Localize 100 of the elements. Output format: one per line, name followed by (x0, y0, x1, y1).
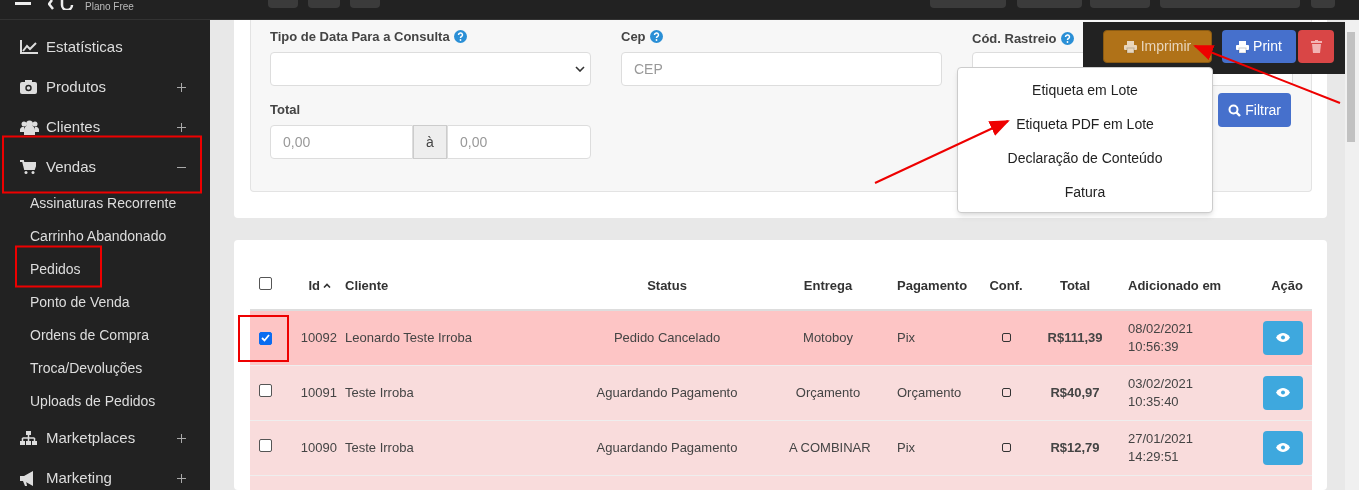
client-name: Teste Irroba (345, 384, 414, 400)
sidebar-item[interactable]: Marketplaces (0, 418, 210, 458)
order-total: R$12,79 (1050, 439, 1100, 455)
dropdown-item[interactable]: Fatura (958, 175, 1212, 209)
sidebar-subitem[interactable]: Pedidos (0, 253, 210, 286)
users-icon (20, 119, 39, 135)
column-header: Ação (1271, 277, 1303, 293)
scrollbar[interactable] (1345, 20, 1359, 490)
view-button[interactable] (1263, 375, 1303, 410)
dropdown-item[interactable]: Etiqueta em Lote (958, 73, 1212, 107)
sort-up-icon (323, 283, 331, 288)
column-header: Entrega (803, 277, 853, 293)
row-checkbox[interactable] (258, 438, 272, 452)
help-icon[interactable] (1060, 32, 1074, 45)
delivery-method: A COMBINAR (789, 439, 871, 455)
sitemap-icon (20, 431, 37, 445)
field-label: Cep (621, 29, 942, 45)
plus-icon[interactable] (177, 82, 186, 92)
sidebar-subitem[interactable]: Ordens de Compra (0, 319, 210, 352)
sidebar-subitem[interactable]: Ponto de Venda (0, 286, 210, 319)
client-name: Teste Irroba (345, 439, 414, 455)
eye-icon (1276, 443, 1290, 452)
plus-icon[interactable] (177, 433, 186, 443)
range-separator: à (413, 125, 447, 159)
select-all-checkbox[interactable] (258, 276, 272, 290)
plan-label: Plano Free (85, 1, 134, 12)
added-time: 10:56:39 (1128, 337, 1180, 356)
menu-icon[interactable] (15, 0, 31, 6)
order-id: 10091 (300, 384, 337, 400)
order-status: Pedido Cancelado (613, 330, 721, 345)
sidebar-subitem[interactable]: Assinaturas Recorrente (0, 187, 210, 220)
sidebar-item[interactable]: Clientes (0, 107, 210, 147)
column-header: Total (1059, 277, 1091, 293)
column-header[interactable]: Id (308, 275, 331, 296)
total-from-field[interactable]: 0,00 (270, 125, 413, 159)
payment-method: Orçamento (897, 384, 962, 400)
help-icon[interactable] (649, 30, 663, 43)
plus-icon[interactable] (177, 122, 186, 132)
row-checkbox[interactable] (258, 383, 272, 397)
order-row[interactable]: 10091 Teste Irroba Aguardando Pagamento Orçamento Orçamento R$40,97 03/02/2021 10:35:40 (250, 365, 1312, 420)
order-status: Aguardando Pagamento (596, 439, 738, 455)
filter-button[interactable]: Filtrar (1218, 93, 1291, 127)
sidebar-item[interactable]: Estatísticas (0, 27, 210, 67)
delivery-method: Orçamento (795, 384, 861, 400)
sidebar-subitem[interactable]: Carrinho Abandonado (0, 220, 210, 253)
highlight-frame (238, 315, 289, 362)
plus-icon[interactable] (177, 473, 186, 483)
order-row[interactable]: 10092 Leonardo Teste Irroba Pedido Cancelado Motoboy Pix R$111,39 08/02/2021 10:56:39 (250, 310, 1312, 365)
field-label: Total (270, 102, 302, 118)
confirmed-checkbox[interactable] (1001, 333, 1011, 342)
delivery-method: Motoboy (803, 330, 853, 345)
added-time: 10:35:40 (1128, 392, 1180, 411)
payment-method: Pix (897, 330, 916, 345)
cep-field[interactable]: CEP (621, 52, 942, 86)
printer-icon (1123, 40, 1137, 53)
printer-icon (1236, 40, 1250, 53)
delete-button[interactable] (1298, 30, 1334, 63)
added-time: 14:29:51 (1128, 447, 1180, 466)
sidebar-item[interactable]: Marketing (0, 458, 210, 490)
help-icon[interactable] (453, 30, 467, 43)
confirmed-checkbox[interactable] (1001, 442, 1011, 452)
column-header: Cliente (345, 277, 389, 293)
row-checkbox[interactable] (258, 331, 272, 345)
order-id: 10090 (300, 439, 337, 455)
total-to-field[interactable]: 0,00 (447, 125, 591, 159)
column-header: Pagamento (897, 277, 968, 293)
cart-icon (20, 160, 36, 174)
trash-icon (1310, 40, 1322, 53)
dropdown-item[interactable]: Etiqueta PDF em Lote (958, 107, 1212, 141)
sidebar-item[interactable]: Produtos (0, 67, 210, 107)
order-total: R$111,39 (1047, 330, 1103, 345)
view-button[interactable] (1263, 320, 1303, 355)
added-date: 27/01/2021 (1128, 429, 1195, 448)
sidebar-item[interactable]: Vendas (0, 147, 210, 187)
dropdown-item[interactable]: Declaração de Conteúdo (958, 141, 1212, 175)
sidebar-subitem[interactable]: Uploads de Pedidos (0, 385, 210, 418)
search-icon (1228, 103, 1242, 117)
field-label: Cód. Rastreio (972, 31, 1057, 46)
order-status: Aguardando Pagamento (596, 384, 738, 400)
eye-icon (1276, 388, 1290, 397)
order-total: R$40,97 (1050, 384, 1100, 400)
print-button[interactable]: Print (1222, 30, 1296, 63)
logo-icon (48, 0, 74, 10)
added-date: 03/02/2021 (1128, 374, 1195, 393)
added-date: 08/02/2021 (1128, 319, 1195, 338)
view-button[interactable] (1263, 430, 1303, 465)
camera-icon (20, 80, 37, 94)
eye-icon (1276, 333, 1290, 343)
order-row[interactable]: 10090 Teste Irroba Aguardando Pagamento A COMBINAR Pix R$12,79 27/01/2021 14:29:51 (250, 420, 1312, 475)
sidebar-subitem[interactable]: Troca/Devoluções (0, 352, 210, 385)
field-label: Tipo de Data Para a Consulta (270, 29, 591, 45)
confirmed-checkbox[interactable] (1001, 387, 1011, 397)
chevron-down-icon (575, 66, 585, 72)
client-name: Leonardo Teste Irroba (345, 330, 472, 345)
line-chart-icon (20, 40, 38, 54)
column-header: Conf. (989, 277, 1023, 293)
column-header: Adicionado em (1128, 278, 1222, 293)
payment-method: Pix (897, 439, 916, 455)
order-id: 10092 (300, 330, 337, 345)
column-header: Status (647, 277, 687, 293)
